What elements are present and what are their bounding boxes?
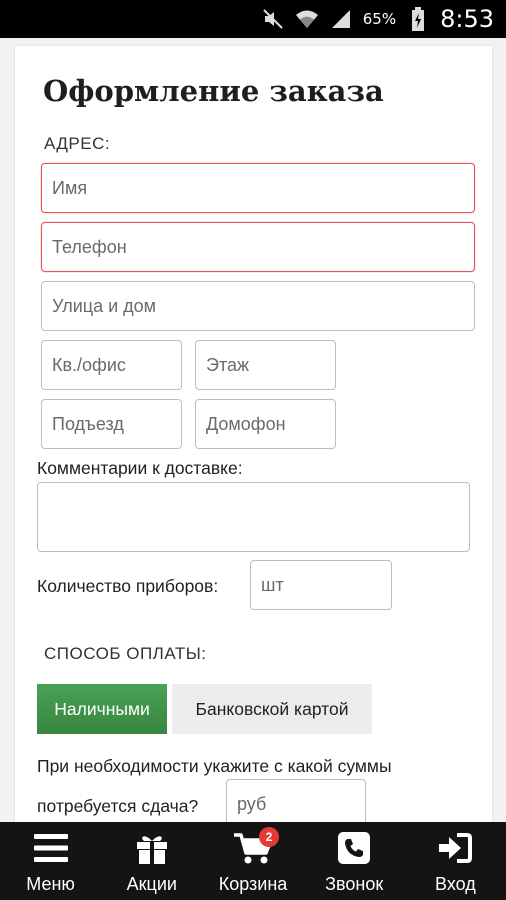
nav-item-menu[interactable]: Меню [0, 822, 101, 900]
status-bar: 65% 8:53 [0, 0, 506, 38]
nav-item-login[interactable]: Вход [405, 822, 506, 900]
entrance-input[interactable] [41, 399, 182, 449]
phone-input[interactable] [41, 222, 475, 272]
nav-label-promotions: Акции [126, 874, 177, 894]
nav-label-menu: Меню [26, 874, 75, 894]
nav-item-promotions[interactable]: Акции [101, 822, 202, 900]
gift-icon [135, 830, 169, 866]
cutlery-count-input[interactable] [250, 560, 392, 610]
apartment-input[interactable] [41, 340, 182, 390]
bottom-nav: Меню Акции 2 Корзина Звонок Вход [0, 822, 506, 900]
status-clock: 8:53 [440, 5, 494, 33]
battery-percent: 65% [362, 10, 397, 28]
delivery-comment-label: Комментарии к доставке: [37, 458, 243, 478]
delivery-comment-input[interactable] [37, 482, 470, 552]
nav-label-call: Звонок [325, 874, 384, 894]
cutlery-count-label: Количество приборов: [37, 576, 219, 596]
login-icon [437, 830, 473, 866]
name-input[interactable] [41, 163, 475, 213]
cart-badge: 2 [259, 827, 279, 847]
address-section-label: АДРЕС: [44, 134, 111, 153]
street-input[interactable] [41, 281, 475, 331]
payment-section-label: СПОСОБ ОПЛАТЫ: [44, 644, 207, 663]
nav-item-cart[interactable]: 2 Корзина [202, 822, 303, 900]
change-hint-line1: При необходимости укажите с какой суммы [37, 756, 392, 776]
page-title: Оформление заказа [43, 74, 384, 108]
battery-charging-icon [406, 7, 430, 31]
pay-card-button[interactable]: Банковской картой [172, 684, 372, 734]
signal-icon [329, 7, 353, 31]
pay-cash-button[interactable]: Наличными [37, 684, 167, 734]
nav-label-login: Вход [435, 874, 476, 894]
floor-input[interactable] [195, 340, 336, 390]
order-form-card: Оформление заказа АДРЕС: Комментарии к д… [15, 46, 492, 836]
phone-icon [338, 830, 371, 866]
change-hint-line2: потребуется сдача? [37, 796, 199, 816]
intercom-input[interactable] [195, 399, 336, 449]
menu-icon [33, 830, 68, 866]
mute-icon [261, 7, 285, 31]
wifi-icon [295, 7, 319, 31]
nav-label-cart: Корзина [218, 874, 288, 894]
nav-item-call[interactable]: Звонок [304, 822, 405, 900]
